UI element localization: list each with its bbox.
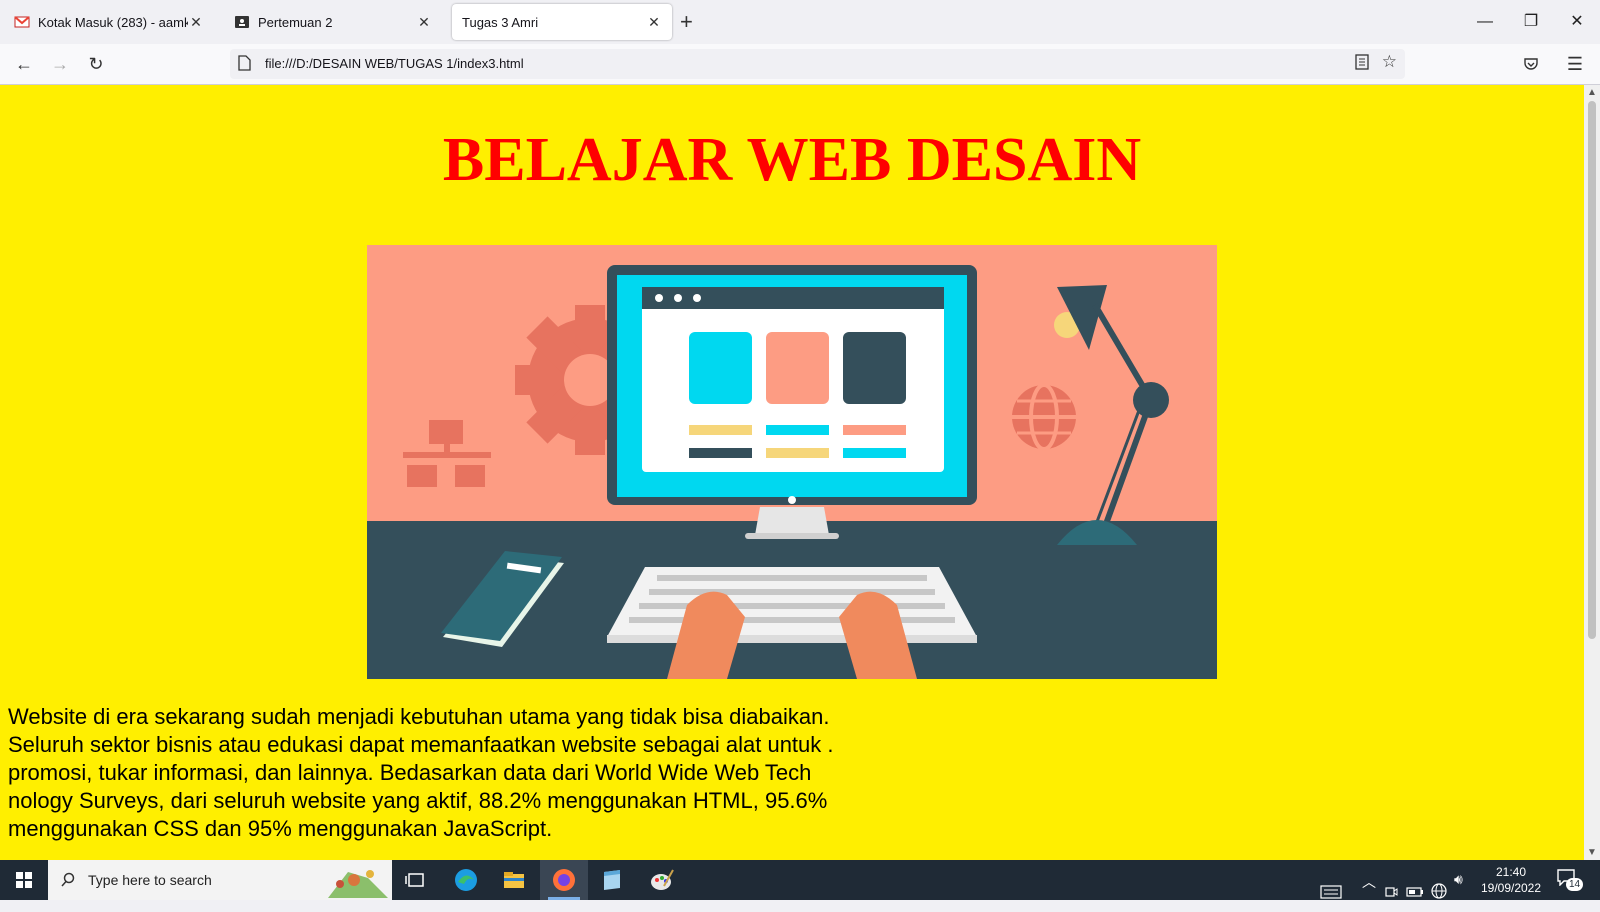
navigation-toolbar: ← → ↻ file:///D:/DESAIN WEB/TUGAS 1/inde… — [0, 44, 1600, 85]
meet-now-icon[interactable] — [1384, 872, 1398, 912]
reader-view-icon[interactable] — [1355, 54, 1369, 70]
clock-time: 21:40 — [1495, 865, 1527, 879]
menu-hamburger-icon[interactable]: ☰ — [1561, 50, 1589, 78]
gmail-icon — [14, 16, 30, 28]
address-bar[interactable]: file:///D:/DESAIN WEB/TUGAS 1/index3.htm… — [230, 49, 1405, 79]
close-tab-icon[interactable]: ✕ — [188, 14, 204, 31]
scroll-down-arrow-icon[interactable]: ▼ — [1584, 847, 1600, 858]
windows-taskbar: Type here to search ︿ 🔊︎ 21:40 19/09/202… — [0, 860, 1600, 900]
tab-label: Pertemuan 2 — [258, 14, 333, 30]
new-tab-button[interactable]: + — [680, 8, 693, 36]
reload-icon[interactable]: ↻ — [82, 50, 110, 78]
paragraph-line: menggunakan CSS dan 95% menggunakan Java… — [8, 816, 553, 841]
paint-icon[interactable] — [648, 866, 676, 894]
close-tab-icon[interactable]: ✕ — [646, 14, 662, 31]
computer-illustration — [367, 245, 1217, 679]
paragraph-line: Website di era sekarang sudah menjadi ke… — [8, 704, 830, 729]
vertical-scrollbar[interactable]: ▲ ▼ — [1584, 85, 1600, 860]
paragraph-line: promosi, tukar informasi, dan lainnya. B… — [8, 760, 812, 785]
paragraph-line: nology Surveys, dari seluruh website yan… — [8, 788, 828, 813]
page-icon — [238, 55, 251, 71]
notification-center-button[interactable]: 14 — [1556, 868, 1584, 892]
search-icon — [61, 872, 75, 887]
bookmark-star-icon[interactable]: ☆ — [1382, 52, 1397, 72]
network-globe-icon[interactable] — [1430, 871, 1448, 911]
notepad-icon[interactable] — [598, 866, 626, 894]
restore-icon[interactable]: ❐ — [1508, 0, 1554, 44]
clock-date: 19/09/2022 — [1480, 881, 1542, 895]
globe-icon — [1012, 383, 1076, 451]
tab-label: Tugas 3 Amri — [462, 14, 539, 30]
paragraph-line: Seluruh sektor bisnis atau edukasi dapat… — [8, 732, 834, 757]
scroll-up-arrow-icon[interactable]: ▲ — [1584, 87, 1600, 98]
taskbar-clock[interactable]: 21:40 19/09/2022 — [1480, 864, 1542, 896]
taskbar-search-box[interactable]: Type here to search — [48, 860, 392, 900]
task-view-icon[interactable] — [402, 866, 430, 894]
windows-start-icon[interactable] — [0, 860, 48, 900]
close-tab-icon[interactable]: ✕ — [416, 14, 432, 31]
tray-chevron-up-icon[interactable]: ︿ — [1362, 872, 1376, 912]
monitor-icon — [607, 265, 977, 539]
close-window-icon[interactable]: ✕ — [1554, 0, 1600, 44]
firefox-icon — [553, 869, 575, 891]
file-explorer-icon[interactable] — [500, 866, 528, 894]
tab-tugas-active[interactable]: Tugas 3 Amri ✕ — [452, 4, 672, 40]
url-text[interactable]: file:///D:/DESAIN WEB/TUGAS 1/index3.htm… — [265, 56, 524, 71]
search-placeholder: Type here to search — [88, 872, 212, 888]
web-page: BELAJAR WEB DESAIN Website di era sekara… — [0, 85, 1584, 860]
page-heading: BELAJAR WEB DESAIN — [442, 126, 1142, 194]
firefox-active-slot[interactable] — [540, 860, 588, 900]
back-icon[interactable]: ← — [10, 50, 38, 78]
search-highlight-image — [328, 870, 388, 898]
keyboard-layout-icon[interactable] — [1320, 872, 1342, 912]
volume-icon[interactable]: 🔊︎ — [1454, 871, 1463, 911]
forward-icon[interactable]: → — [46, 50, 74, 78]
tab-pertemuan[interactable]: Pertemuan 2 ✕ — [224, 4, 442, 40]
edge-browser-icon[interactable] — [452, 866, 480, 894]
scrollbar-thumb[interactable] — [1588, 101, 1596, 639]
notification-count-badge: 14 — [1566, 878, 1584, 891]
tab-strip: Kotak Masuk (283) - aamkartika ✕ Pertemu… — [0, 0, 1600, 44]
tab-gmail[interactable]: Kotak Masuk (283) - aamkartika ✕ — [4, 4, 214, 40]
tab-label: Kotak Masuk (283) - aamkartika — [38, 14, 188, 30]
keyboard-icon — [607, 567, 977, 643]
minimize-icon[interactable]: — — [1462, 0, 1508, 44]
battery-icon[interactable] — [1406, 872, 1424, 912]
pocket-icon[interactable] — [1523, 56, 1539, 72]
intro-paragraph: Website di era sekarang sudah menjadi ke… — [8, 703, 918, 843]
classroom-icon — [235, 16, 249, 28]
